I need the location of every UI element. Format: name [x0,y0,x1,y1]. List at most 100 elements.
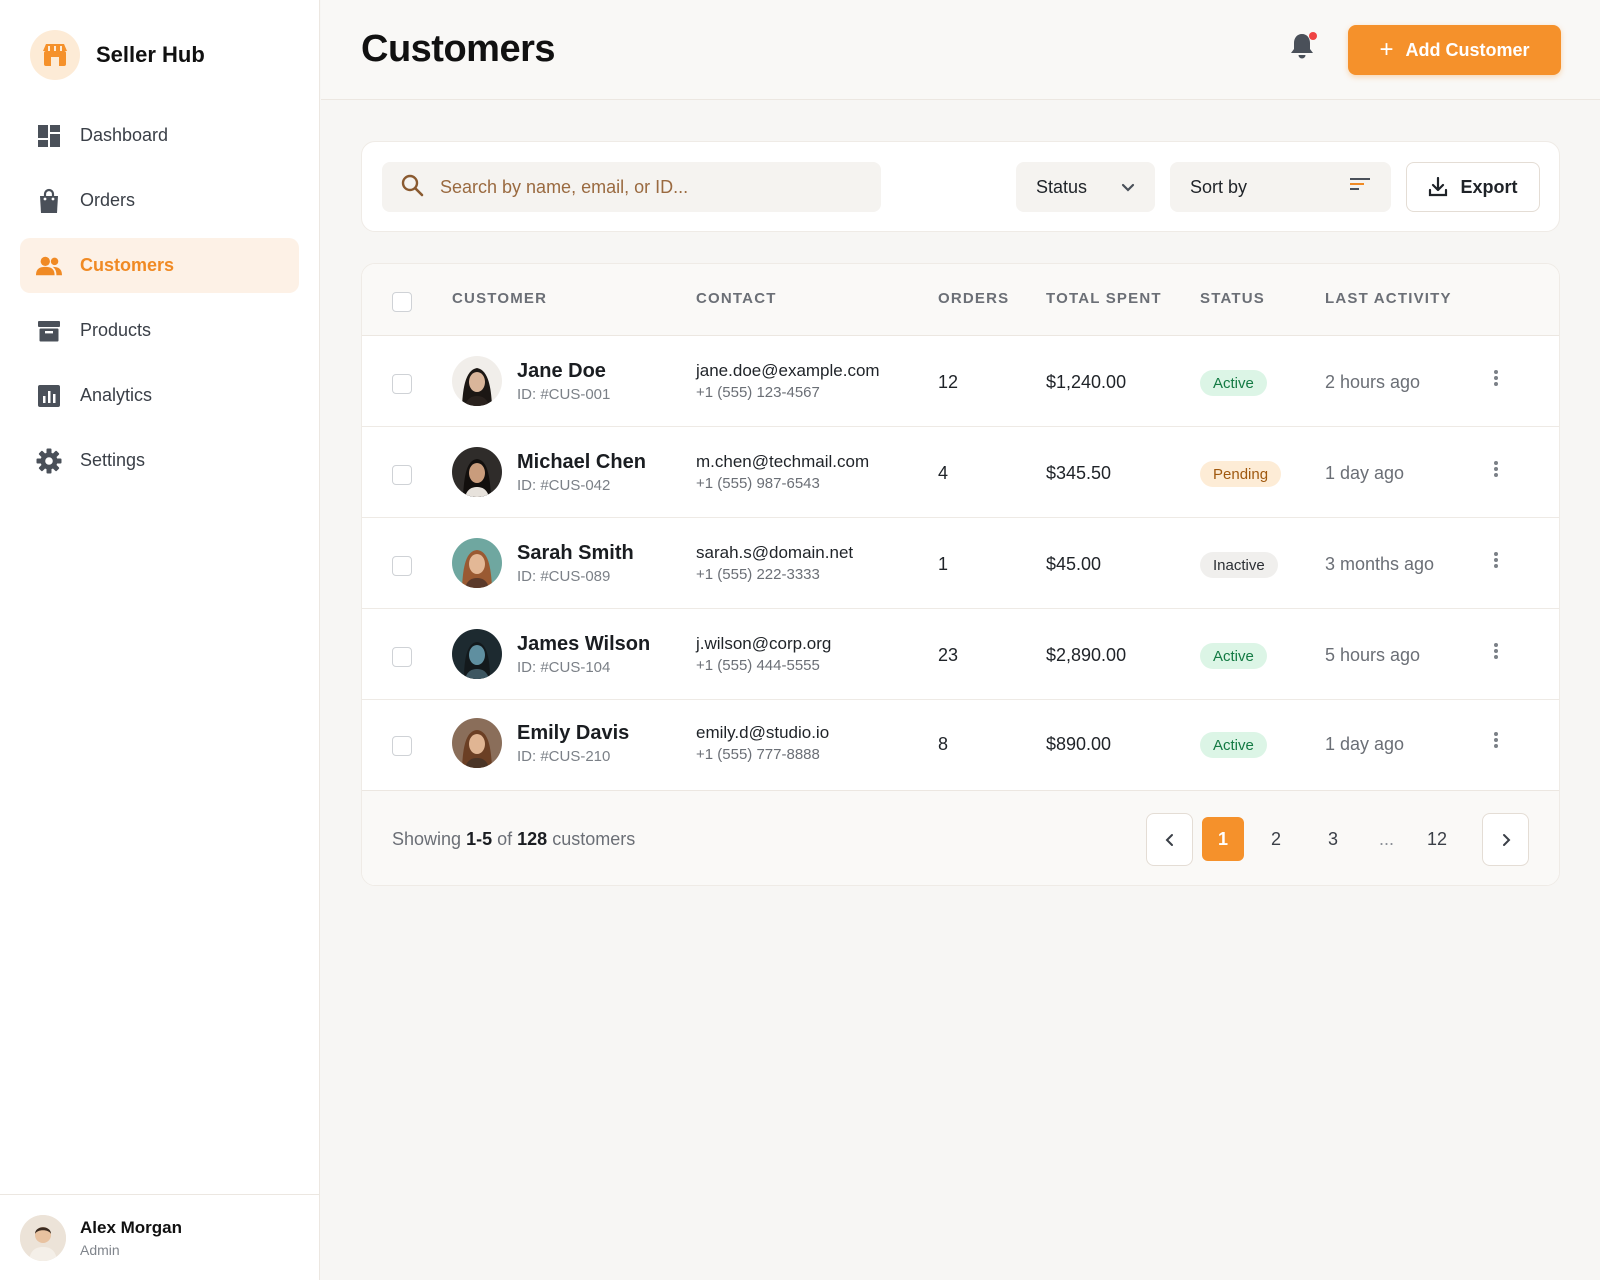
table-footer: Showing 1-5 of 128 customers 1 2 3 ... 1… [362,790,1559,885]
customer-id: ID: #CUS-210 [517,748,611,765]
export-button[interactable]: Export [1406,162,1540,212]
more-options-icon[interactable] [1492,460,1500,482]
search-box[interactable] [382,162,881,212]
customer-name: Michael Chen [517,451,646,473]
avatar [452,538,502,588]
sidebar-item-products[interactable]: Products [20,303,299,358]
total-spent: $1,240.00 [1046,372,1127,392]
customer-email: j.wilson@corp.org [696,634,832,653]
status-filter-select[interactable]: Status [1016,162,1155,212]
next-page-button[interactable] [1482,813,1529,866]
table-row[interactable]: Jane Doe ID: #CUS-001 jane.doe@example.c… [362,336,1559,427]
page-title: Customers [361,28,556,70]
column-header-contact[interactable]: CONTACT [696,290,777,307]
brand-name: Seller Hub [96,42,205,67]
status-badge: Pending [1200,461,1282,487]
add-customer-button[interactable]: + Add Customer [1348,25,1561,75]
customer-phone: +1 (555) 222-3333 [696,566,820,583]
customer-id: ID: #CUS-042 [517,477,611,494]
status-badge: Active [1200,643,1267,669]
column-header-last-activity[interactable]: LAST ACTIVITY [1325,290,1452,307]
customers-table: CUSTOMER CONTACT ORDERS TOTAL SPENT STAT… [361,263,1560,886]
table-row[interactable]: Emily Davis ID: #CUS-210 emily.d@studio.… [362,700,1559,791]
bar-chart-icon [36,383,62,409]
row-checkbox[interactable] [392,465,412,485]
archive-box-icon [36,318,62,344]
user-name: Alex Morgan [80,1217,183,1237]
page-button-1[interactable]: 1 [1202,817,1244,861]
customer-id: ID: #CUS-001 [517,386,611,403]
showing-suffix: customers [552,829,636,849]
order-count: 1 [938,554,949,574]
sidebar-item-label: Orders [80,190,136,210]
page-button-3[interactable]: 3 [1312,817,1354,861]
user-profile[interactable]: Alex Morgan Admin [0,1194,320,1280]
customer-phone: +1 (555) 987-6543 [696,475,820,492]
download-icon [1429,177,1448,197]
gear-icon [36,448,62,474]
sidebar-item-customers[interactable]: Customers [20,238,299,293]
showing-range: 1-5 [466,829,493,849]
customer-email: sarah.s@domain.net [696,543,854,562]
sidebar-item-analytics[interactable]: Analytics [20,368,299,423]
customer-phone: +1 (555) 444-5555 [696,657,820,674]
status-badge: Active [1200,370,1267,396]
column-header-customer[interactable]: CUSTOMER [452,290,547,307]
customer-id: ID: #CUS-089 [517,568,611,585]
sidebar-item-label: Settings [80,450,146,470]
more-options-icon[interactable] [1492,642,1500,664]
order-count: 4 [938,463,949,483]
avatar [452,447,502,497]
store-logo-icon [30,30,80,80]
column-header-total-spent[interactable]: TOTAL SPENT [1046,290,1162,307]
last-activity: 1 day ago [1325,734,1405,754]
plus-icon: + [1379,36,1394,63]
status-badge: Inactive [1200,552,1278,578]
sidebar-item-orders[interactable]: Orders [20,173,299,228]
avatar [20,1214,66,1261]
table-row[interactable]: Michael Chen ID: #CUS-042 m.chen@techmai… [362,427,1559,518]
row-checkbox[interactable] [392,374,412,394]
sidebar-item-label: Dashboard [80,125,169,145]
page-button-2[interactable]: 2 [1255,817,1297,861]
notification-dot [1309,32,1317,40]
select-all-checkbox[interactable] [392,292,412,312]
customer-name: Emily Davis [517,722,630,744]
page-header: Customers + Add Customer [321,0,1600,100]
status-filter-label: Status [1036,176,1088,197]
row-checkbox[interactable] [392,556,412,576]
more-options-icon[interactable] [1492,551,1500,573]
table-row[interactable]: Sarah Smith ID: #CUS-089 sarah.s@domain.… [362,518,1559,609]
more-options-icon[interactable] [1492,731,1500,753]
column-header-orders[interactable]: ORDERS [938,290,1009,307]
shopping-bag-icon [36,188,62,214]
chevron-left-icon [1165,833,1173,846]
user-role: Admin [80,1241,120,1258]
status-badge: Active [1200,732,1267,758]
brand[interactable]: Seller Hub [30,30,205,80]
dashboard-icon [36,123,62,149]
search-input[interactable] [440,176,860,198]
sidebar-item-settings[interactable]: Settings [20,433,299,488]
more-options-icon[interactable] [1492,369,1500,391]
row-checkbox[interactable] [392,647,412,667]
chevron-down-icon [1121,177,1135,198]
sidebar-item-dashboard[interactable]: Dashboard [20,108,299,163]
showing-of: of [497,829,513,849]
customer-email: jane.doe@example.com [696,361,880,380]
sidebar-nav: Dashboard Orders Customers Products Anal… [20,108,299,498]
table-row[interactable]: James Wilson ID: #CUS-104 j.wilson@corp.… [362,609,1559,700]
sort-filter-icon [1349,177,1371,198]
notification-bell-icon[interactable] [1289,32,1319,62]
showing-prefix: Showing [392,829,462,849]
pagination-summary: Showing 1-5 of 128 customers [392,829,635,850]
row-checkbox[interactable] [392,736,412,756]
sort-by-select[interactable]: Sort by [1170,162,1391,212]
sidebar: Seller Hub Dashboard Orders Customers Pr… [0,0,320,1280]
page-button-12[interactable]: 12 [1416,817,1458,861]
avatar [452,629,502,679]
previous-page-button[interactable] [1146,813,1193,866]
order-count: 12 [938,372,959,392]
order-count: 23 [938,645,959,665]
column-header-status[interactable]: STATUS [1200,290,1265,307]
